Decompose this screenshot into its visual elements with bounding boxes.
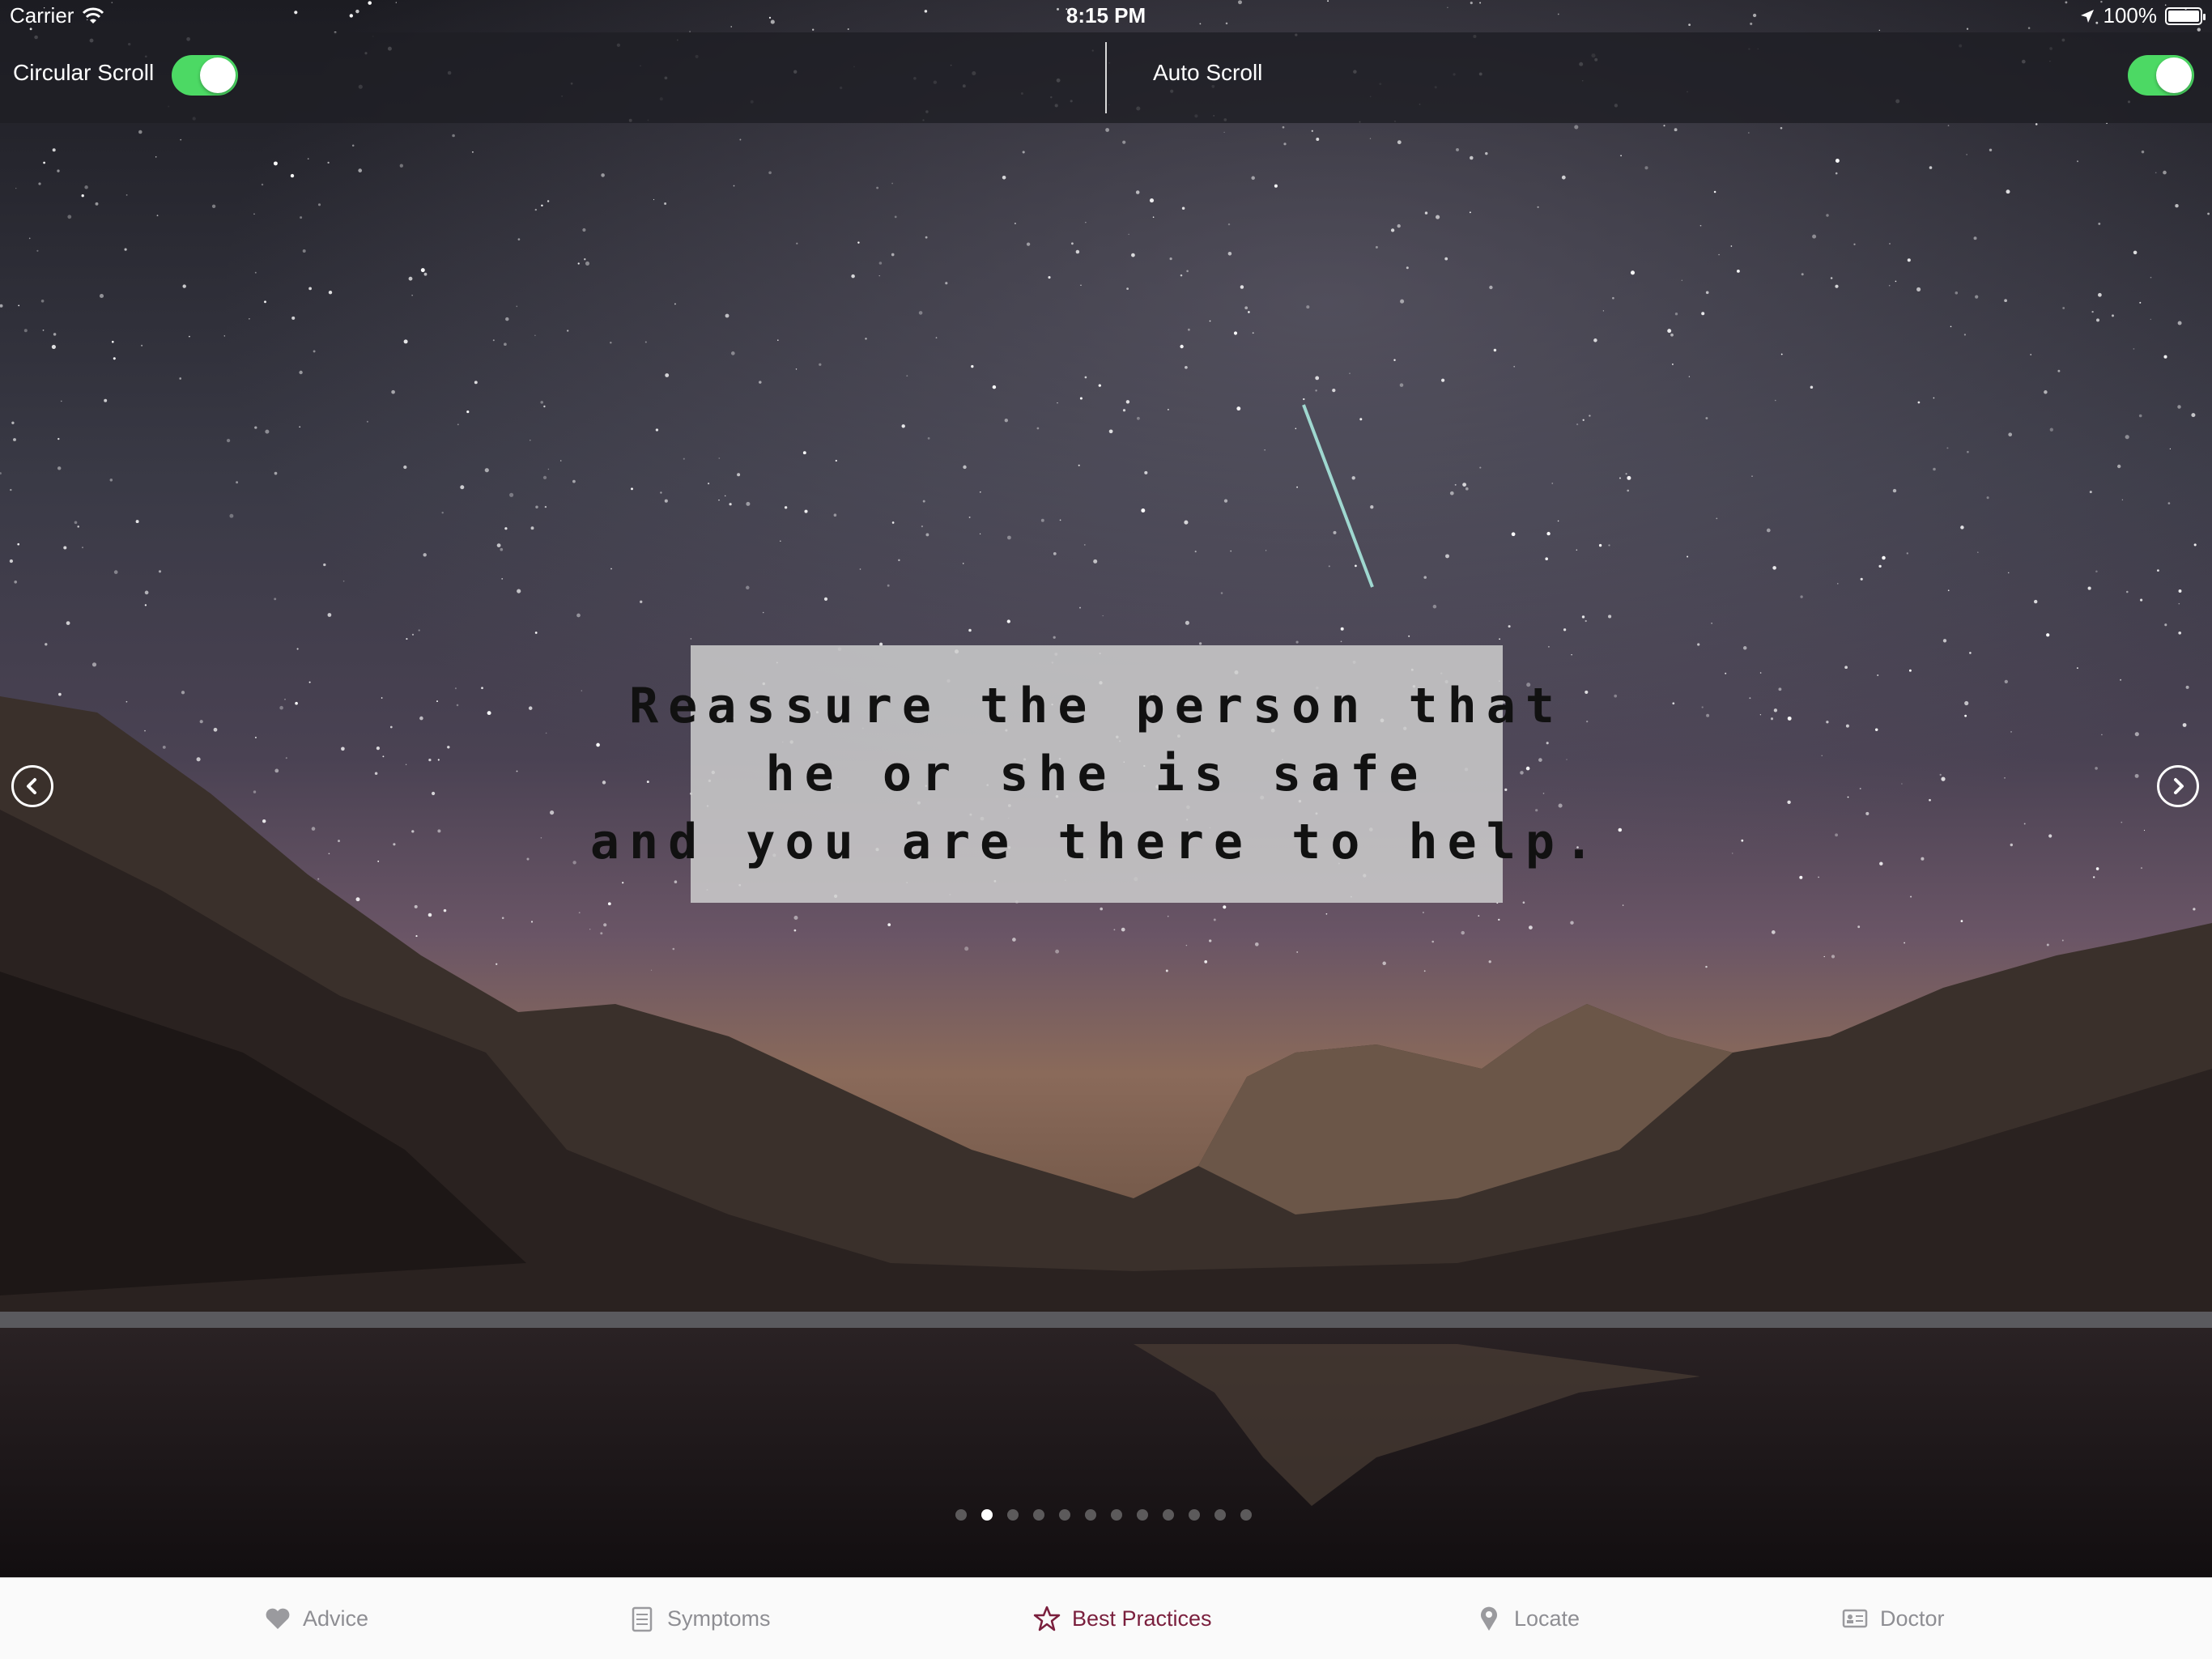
- toggle-knob: [200, 57, 236, 93]
- status-right: 100%: [2079, 3, 2206, 28]
- page-dot[interactable]: [1111, 1509, 1122, 1521]
- page-indicator[interactable]: [955, 1509, 1252, 1521]
- scroll-options-bar: Circular Scroll Auto Scroll: [0, 32, 2212, 123]
- page-dot[interactable]: [1214, 1509, 1226, 1521]
- page-dot[interactable]: [1033, 1509, 1044, 1521]
- battery-icon: [2165, 6, 2206, 25]
- star-icon: [1033, 1606, 1061, 1631]
- status-bar: Carrier 8:15 PM 100%: [0, 0, 2212, 32]
- tab-label: Locate: [1514, 1606, 1580, 1631]
- auto-scroll-label: Auto Scroll: [1153, 60, 1263, 85]
- id-card-icon: [1842, 1609, 1868, 1628]
- location-arrow-icon: [2080, 9, 2094, 23]
- next-slide-button[interactable]: [2157, 765, 2199, 807]
- chevron-right-icon: [2174, 778, 2184, 794]
- page-dot[interactable]: [981, 1509, 993, 1521]
- page-dot[interactable]: [1007, 1509, 1019, 1521]
- circular-scroll-label: Circular Scroll: [13, 60, 155, 85]
- toggle-knob: [2156, 57, 2192, 93]
- page-dot[interactable]: [1163, 1509, 1174, 1521]
- status-time: 8:15 PM: [1066, 3, 1146, 28]
- page-dot[interactable]: [1137, 1509, 1148, 1521]
- page-dot[interactable]: [1240, 1509, 1252, 1521]
- quote-line-3: and you are there to help.: [589, 814, 1604, 870]
- location-pin-icon: [1481, 1606, 1497, 1631]
- tab-advice[interactable]: Advice: [264, 1578, 368, 1659]
- quote-line-2: he or she is safe: [765, 746, 1428, 802]
- circular-scroll-toggle[interactable]: [172, 55, 238, 96]
- tab-doctor[interactable]: Doctor: [1841, 1578, 1945, 1659]
- heart-icon: [266, 1608, 290, 1629]
- quote-line-1: Reassure the person that: [629, 678, 1564, 734]
- page-dot[interactable]: [955, 1509, 967, 1521]
- tab-label: Doctor: [1880, 1606, 1945, 1631]
- tab-symptoms[interactable]: Symptoms: [628, 1578, 771, 1659]
- quote-card: Reassure the person that he or she is sa…: [590, 645, 1593, 903]
- battery-percent: 100%: [2103, 3, 2158, 28]
- tab-best-practices[interactable]: Best Practices: [1033, 1578, 1212, 1659]
- tab-bar: Advice Symptoms Best Practices Locate Do…: [0, 1577, 2212, 1659]
- chevron-left-icon: [27, 778, 36, 794]
- divider: [1105, 42, 1107, 113]
- tab-label: Symptoms: [667, 1606, 771, 1631]
- clipboard-icon: [632, 1606, 653, 1632]
- tab-label: Best Practices: [1072, 1606, 1212, 1631]
- page-dot[interactable]: [1189, 1509, 1200, 1521]
- page-dot[interactable]: [1085, 1509, 1096, 1521]
- auto-scroll-toggle[interactable]: [2128, 55, 2194, 96]
- page-dot[interactable]: [1059, 1509, 1070, 1521]
- tab-locate[interactable]: Locate: [1475, 1578, 1580, 1659]
- tab-label: Advice: [303, 1606, 369, 1631]
- previous-slide-button[interactable]: [11, 765, 53, 807]
